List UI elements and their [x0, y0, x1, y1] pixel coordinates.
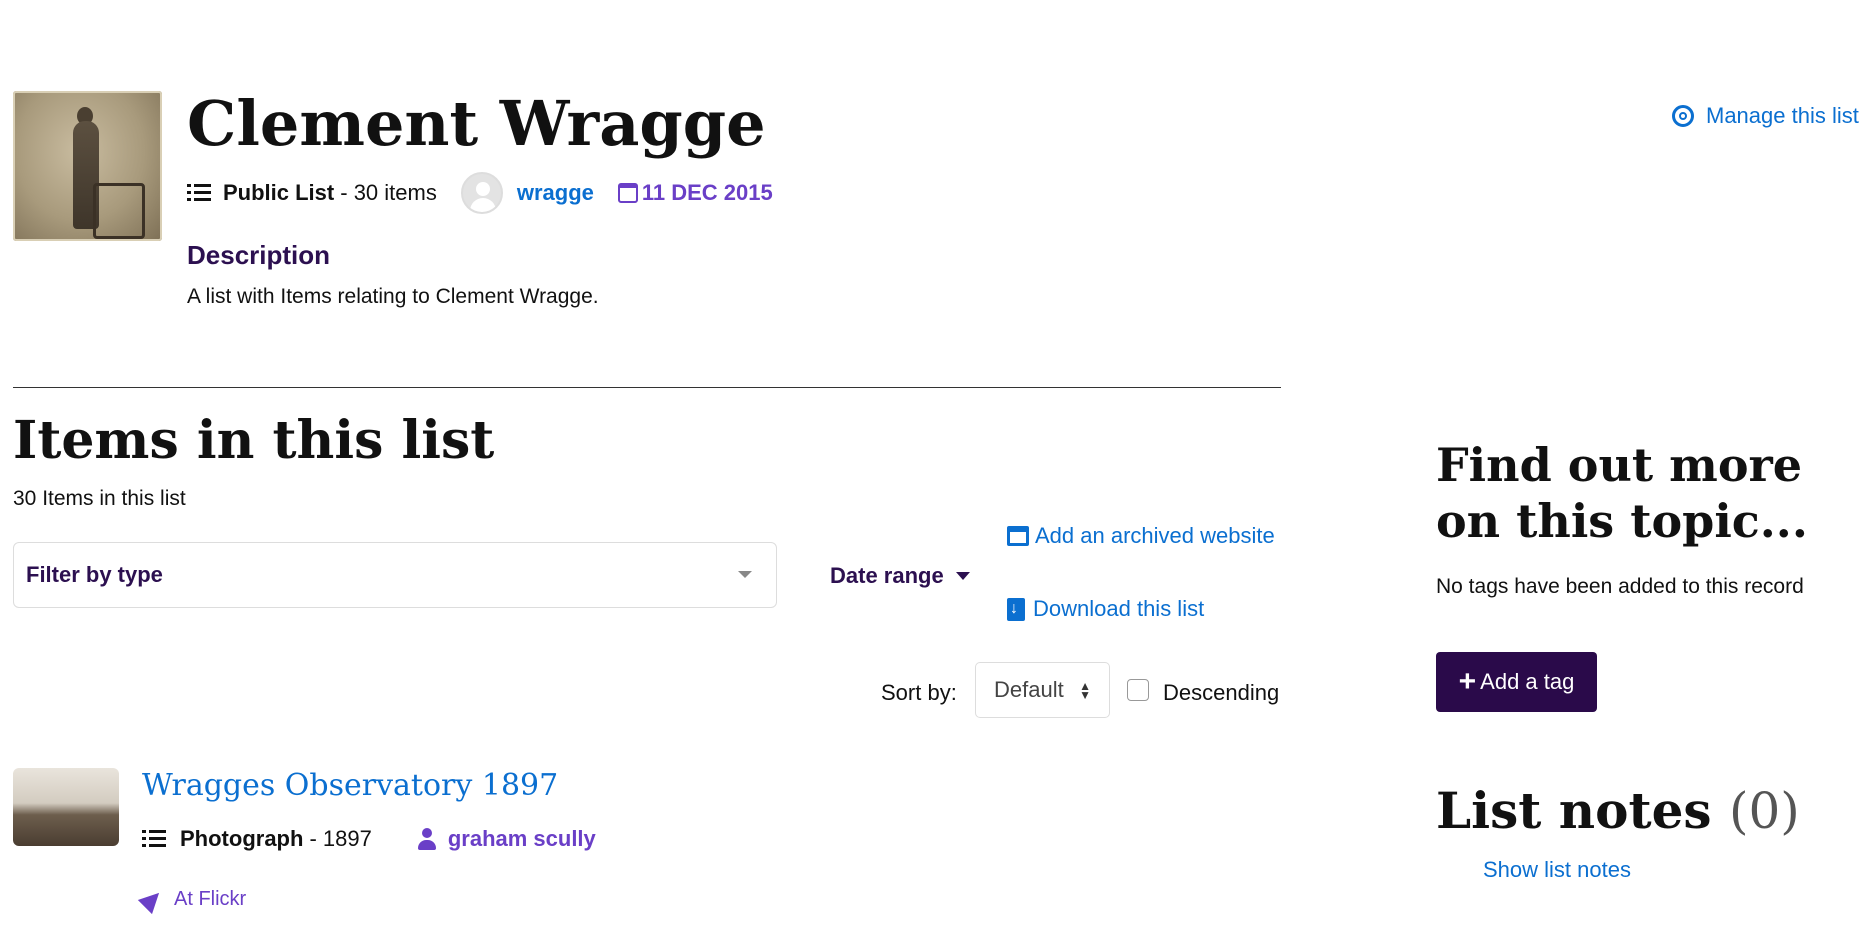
manage-list-link[interactable]: Manage this list — [1672, 103, 1859, 129]
list-notes-heading: List notes (0) — [1436, 781, 1800, 841]
sort-label: Sort by: — [881, 680, 957, 705]
description-heading: Description — [187, 240, 331, 270]
divider — [13, 387, 1281, 388]
caret-down-icon — [955, 572, 970, 580]
calendar-icon — [617, 183, 638, 203]
item-title-link[interactable]: Wragges Observatory 1897 — [142, 768, 558, 803]
list-thumbnail — [13, 91, 162, 241]
show-list-notes-link[interactable]: Show list notes — [1483, 857, 1631, 883]
descending-label[interactable]: Descending — [1163, 680, 1279, 706]
avatar — [460, 172, 503, 214]
page-title: Clement Wragge — [187, 87, 766, 160]
archive-link-label: Add an archived website — [1035, 523, 1275, 548]
gear-icon — [1672, 105, 1694, 127]
download-link-label: Download this list — [1033, 596, 1205, 621]
list-date: 11 DEC 2015 — [641, 180, 773, 205]
chevron-down-icon — [738, 571, 752, 578]
file-download-icon — [1007, 597, 1025, 621]
sort-arrows-icon: ▲ ▼ — [1079, 679, 1091, 702]
add-archived-website-link[interactable]: Add an archived website — [1007, 523, 1275, 549]
no-tags-text: No tags have been added to this record — [1436, 575, 1804, 598]
description-text: A list with Items relating to Clement Wr… — [187, 285, 599, 308]
list-icon — [142, 829, 166, 849]
item-type: Photograph — [180, 826, 304, 851]
find-out-more-heading: Find out more on this topic... — [1436, 438, 1808, 548]
list-icon — [187, 183, 211, 203]
user-icon — [417, 828, 436, 850]
item-source-label: At Flickr — [174, 888, 247, 910]
filter-by-type-select[interactable]: Filter by type — [13, 542, 777, 608]
plus-icon: + — [1458, 665, 1477, 698]
list-type: Public List — [223, 180, 335, 205]
sort-select[interactable]: Default ▲ ▼ — [975, 662, 1110, 718]
manage-list-label: Manage this list — [1706, 103, 1859, 128]
item-source-link[interactable]: At Flickr — [137, 885, 247, 914]
list-meta: Public List - 30 items wragge 11 DEC 201… — [187, 172, 773, 214]
list-item-count: - 30 items — [340, 180, 437, 205]
contributor-link[interactable]: graham scully — [448, 826, 596, 852]
items-count: 30 Items in this list — [13, 487, 186, 510]
sort-value: Default — [994, 677, 1064, 702]
descending-checkbox[interactable] — [1127, 679, 1149, 701]
date-range-label: Date range — [830, 563, 944, 588]
items-heading: Items in this list — [13, 410, 495, 471]
item-meta: Photograph - 1897 graham scully — [142, 826, 596, 852]
download-list-link[interactable]: Download this list — [1007, 596, 1204, 622]
item-thumbnail[interactable] — [13, 768, 119, 846]
item-year: - 1897 — [309, 826, 372, 851]
filter-label: Filter by type — [26, 562, 163, 587]
owner-link[interactable]: wragge — [517, 180, 594, 206]
add-tag-button[interactable]: + Add a tag — [1436, 652, 1597, 712]
date-range-toggle[interactable]: Date range — [830, 563, 970, 589]
location-arrow-icon — [137, 885, 167, 914]
add-tag-label: Add a tag — [1480, 669, 1575, 694]
browser-window-icon — [1007, 526, 1029, 546]
list-notes-count: (0) — [1728, 782, 1800, 840]
list-notes-title: List notes — [1436, 781, 1712, 840]
